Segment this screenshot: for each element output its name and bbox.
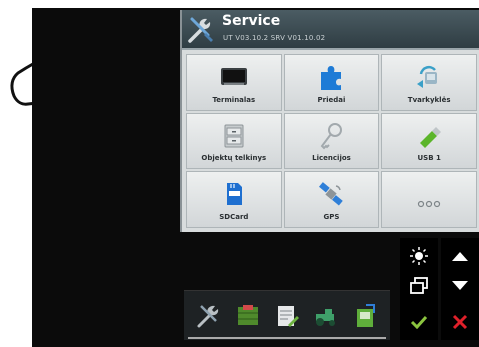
tile-terminal[interactable]: Terminalas: [186, 54, 282, 111]
toolbar-tractor[interactable]: [311, 301, 341, 331]
toolbar-notes[interactable]: [272, 301, 302, 331]
tile-addons[interactable]: Priedai: [283, 54, 380, 111]
window-switch-icon: [410, 277, 428, 294]
tile-label: Priedai: [317, 95, 346, 104]
terminal-screen-icon: [220, 68, 247, 85]
usb-stick-icon: [420, 126, 442, 148]
toolbar-field[interactable]: [233, 301, 263, 331]
tile-label: Objektų telkinys: [201, 154, 267, 163]
tile-drivers[interactable]: Tvarkyklės: [381, 54, 477, 111]
notes-icon: [277, 305, 299, 327]
toolbar-active-indicator: [188, 337, 386, 339]
tile-label: Licencijos: [312, 154, 351, 163]
toolbar-export[interactable]: [350, 301, 380, 331]
field-map-icon: [238, 304, 259, 325]
tile-label: Terminalas: [212, 95, 256, 104]
check-icon: [410, 315, 428, 329]
scroll-down-button[interactable]: [441, 268, 479, 304]
key-icon: [321, 122, 343, 150]
brightness-icon: [410, 247, 428, 265]
version-info: UT V03.10.2 SRV V01.10.02: [223, 34, 326, 42]
arrow-down-icon: [452, 281, 468, 290]
confirm-button[interactable]: [400, 304, 438, 340]
arrow-up-icon: [452, 252, 468, 261]
tile-label: GPS: [323, 213, 340, 221]
tile-licenses[interactable]: Licencijos: [283, 112, 380, 170]
tile-sdcard[interactable]: SDCard: [186, 171, 282, 228]
tile-object-pool[interactable]: Objektų telkinys: [186, 112, 282, 170]
service-menu-grid: Terminalas Priedai Tvarkyklės Objektų te…: [186, 54, 477, 228]
file-cabinet-icon: [224, 124, 244, 148]
tractor-icon: [315, 308, 335, 326]
more-dots-icon: [418, 201, 441, 208]
service-window: Service UT V03.10.2 SRV V01.10.02 Termin…: [180, 10, 479, 232]
switch-window-button[interactable]: [400, 268, 438, 304]
app-toolbar: [184, 290, 390, 340]
toolbar-service[interactable]: [194, 301, 224, 331]
puzzle-piece-icon: [321, 66, 342, 90]
cancel-button[interactable]: [441, 304, 479, 340]
satellite-icon: [319, 182, 344, 206]
tile-label: USB 1: [417, 154, 441, 163]
tile-label: SDCard: [219, 213, 249, 221]
window-title: Service: [222, 13, 281, 29]
tile-label: Tvarkyklės: [407, 95, 451, 104]
service-tools-icon: [197, 304, 219, 327]
driver-install-icon: [417, 65, 438, 88]
tile-more[interactable]: [381, 171, 477, 228]
tile-gps[interactable]: GPS: [283, 171, 380, 228]
close-icon: [452, 314, 468, 330]
tile-usb[interactable]: USB 1: [381, 112, 477, 170]
sd-card-icon: [226, 183, 242, 206]
wrench-screwdriver-icon: [188, 17, 213, 43]
document-export-icon: [356, 303, 375, 327]
window-header: Service UT V03.10.2 SRV V01.10.02: [182, 10, 479, 50]
